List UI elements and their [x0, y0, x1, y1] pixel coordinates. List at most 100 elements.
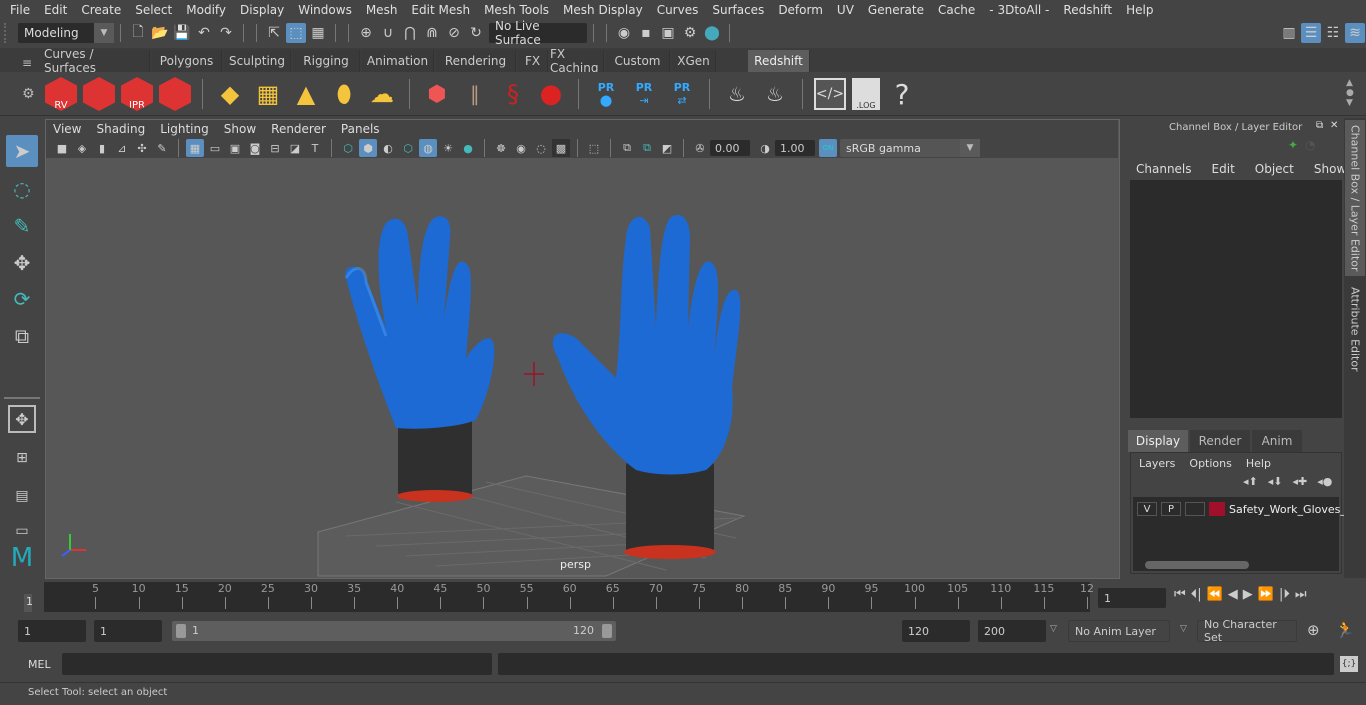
gamma-field[interactable]: 1.00	[775, 140, 815, 156]
shelf-tab-xgen[interactable]: XGen	[672, 50, 716, 72]
shadows-icon[interactable]: ●	[459, 139, 477, 157]
layer-display-type-toggle[interactable]	[1185, 502, 1205, 516]
save-scene-icon[interactable]: 💾	[172, 23, 192, 43]
resolution-gate-icon[interactable]: ▣	[226, 139, 244, 157]
exposure-icon[interactable]: ✇	[691, 139, 709, 157]
menu-modify[interactable]: Modify	[179, 3, 233, 17]
menu-generate[interactable]: Generate	[861, 3, 931, 17]
tool-settings-icon[interactable]: ☷	[1323, 23, 1343, 43]
menu-surfaces[interactable]: Surfaces	[705, 3, 771, 17]
field-chart-icon[interactable]: ⊟	[266, 139, 284, 157]
xray-active-icon[interactable]: ◩	[658, 139, 676, 157]
isolate-select-icon[interactable]: ⬚	[585, 139, 603, 157]
undo-icon[interactable]: ↶	[194, 23, 214, 43]
depth-of-field-icon[interactable]: ▩	[552, 139, 570, 157]
single-perspective-layout-icon[interactable]: ✥	[8, 405, 36, 433]
layer-menu-help[interactable]: Help	[1246, 457, 1271, 470]
viewport-menu-lighting[interactable]: Lighting	[160, 122, 209, 136]
layer-color-swatch[interactable]	[1209, 502, 1225, 516]
grid-toggle-icon[interactable]: ▦	[186, 139, 204, 157]
shelf-tab-sculpting[interactable]: Sculpting	[224, 50, 291, 72]
move-layer-up-icon[interactable]: ◂⬆	[1243, 475, 1258, 488]
redshift-batch-render-icon[interactable]	[83, 77, 115, 111]
time-slider[interactable]: 1 5 10 15 20 25 30 35 40 45 50 55 60 65 70 75 80 85 90 95 1…	[24, 582, 1094, 612]
redshift-sun-sky-icon[interactable]: ☁	[366, 78, 398, 110]
textured-icon[interactable]: ◍	[419, 139, 437, 157]
snap-point-icon[interactable]: ⋂	[400, 23, 420, 43]
lasso-tool-icon[interactable]: ◌	[6, 173, 38, 205]
scrollbar-thumb[interactable]	[1145, 561, 1249, 569]
new-scene-icon[interactable]: 🗋	[128, 23, 148, 43]
camera-attributes-icon[interactable]: ◈	[73, 139, 91, 157]
shelf-tab-rendering[interactable]: Rendering	[436, 50, 516, 72]
move-layer-down-icon[interactable]: ◂⬇	[1268, 475, 1283, 488]
workspace-dropdown[interactable]: Modeling ▼	[18, 23, 114, 43]
layer-visibility-toggle[interactable]: V	[1137, 502, 1157, 516]
layer-name[interactable]: Safety_Work_Gloves_G	[1229, 503, 1354, 516]
attribute-editor-toggle-icon[interactable]: ☰	[1301, 23, 1321, 43]
select-object-icon[interactable]: ⬚	[286, 23, 306, 43]
film-gate-icon[interactable]: ▭	[206, 139, 224, 157]
play-forwards-icon[interactable]: ▶	[1243, 587, 1253, 602]
redshift-render-view-icon[interactable]: RV	[45, 77, 77, 111]
paint-select-tool-icon[interactable]: ✎	[6, 210, 38, 242]
menu-edit[interactable]: Edit	[37, 3, 74, 17]
menu-edit-mesh[interactable]: Edit Mesh	[404, 3, 477, 17]
layer-scrollbar[interactable]	[1133, 559, 1339, 571]
go-to-end-icon[interactable]: ⏭	[1295, 587, 1307, 602]
snap-curve-icon[interactable]: ∪	[378, 23, 398, 43]
menu-help[interactable]: Help	[1119, 3, 1160, 17]
menu-mesh[interactable]: Mesh	[359, 3, 405, 17]
image-plane-icon[interactable]: ⊿	[113, 139, 131, 157]
layer-tab-render[interactable]: Render	[1190, 430, 1250, 452]
step-forward-frame-icon[interactable]: ⏩	[1258, 587, 1274, 602]
tab-attribute-editor[interactable]: Attribute Editor	[1345, 280, 1365, 378]
layer-tab-anim[interactable]: Anim	[1252, 430, 1302, 452]
chevron-down-icon[interactable]: ▽	[1180, 624, 1187, 634]
viewport-menu-shading[interactable]: Shading	[96, 122, 145, 136]
shelf-tab-polygons[interactable]: Polygons	[152, 50, 222, 72]
render-settings-icon[interactable]: ⚙	[680, 23, 700, 43]
color-management-toggle[interactable]: ON	[819, 139, 837, 157]
menu-uv[interactable]: UV	[830, 3, 861, 17]
snap-live-icon[interactable]: ↻	[466, 23, 486, 43]
shelf-scroll-icon[interactable]: ▲ ● ▼	[1346, 78, 1354, 108]
render-frame-icon[interactable]: ▪	[636, 23, 656, 43]
redshift-portal-light-icon[interactable]: ▦	[252, 78, 284, 110]
play-backwards-icon[interactable]: ◀	[1228, 587, 1238, 602]
default-material-icon[interactable]: ◐	[379, 139, 397, 157]
new-layer-selected-icon[interactable]: ◂●	[1317, 475, 1332, 488]
bake-single-icon[interactable]: ♨	[759, 78, 791, 110]
viewport-menu-renderer[interactable]: Renderer	[271, 122, 326, 136]
viewport-canvas[interactable]: persp	[46, 158, 1118, 578]
menu-cache[interactable]: Cache	[931, 3, 982, 17]
manipulator-icon[interactable]: ✦	[1288, 138, 1298, 152]
screen-space-ao-icon[interactable]: ☸	[492, 139, 510, 157]
shelf-tab-fx-caching[interactable]: FX Caching	[550, 47, 604, 75]
color-space-dropdown[interactable]: sRGB gamma ▼	[840, 139, 980, 157]
go-to-start-icon[interactable]: ⏮	[1174, 587, 1186, 602]
shelf-menu-icon[interactable]: ≡	[22, 56, 32, 70]
redshift-curve-icon[interactable]: §	[497, 78, 529, 110]
channel-box-toggle-icon[interactable]: ≋	[1345, 23, 1365, 43]
exposure-field[interactable]: 0.00	[710, 140, 750, 156]
command-language-label[interactable]: MEL	[28, 658, 51, 671]
outliner-persp-layout-icon[interactable]: ▤	[6, 480, 38, 512]
channel-menu-object[interactable]: Object	[1255, 162, 1294, 176]
menu-deform[interactable]: Deform	[771, 3, 830, 17]
redshift-hair-icon[interactable]: ∥	[459, 78, 491, 110]
shelf-tab-rigging[interactable]: Rigging	[293, 50, 360, 72]
viewport-menu-view[interactable]: View	[53, 122, 81, 136]
select-component-icon[interactable]: ▦	[308, 23, 328, 43]
layer-row[interactable]: V P Safety_Work_Gloves_G	[1137, 502, 1354, 516]
step-back-frame-icon[interactable]: ⏪	[1207, 587, 1223, 602]
scale-tool-icon[interactable]: ⧉	[6, 320, 38, 352]
range-end-handle[interactable]	[602, 624, 612, 638]
layer-tab-display[interactable]: Display	[1128, 430, 1188, 452]
bake-multi-icon[interactable]: ♨	[721, 78, 753, 110]
drag-handle[interactable]	[4, 23, 18, 43]
shelf-tab-curves-surfaces[interactable]: Curves / Surfaces	[44, 47, 150, 75]
redo-icon[interactable]: ↷	[216, 23, 236, 43]
channel-menu-show[interactable]: Show	[1314, 162, 1346, 176]
auto-key-icon[interactable]: ⊕	[1307, 621, 1320, 639]
